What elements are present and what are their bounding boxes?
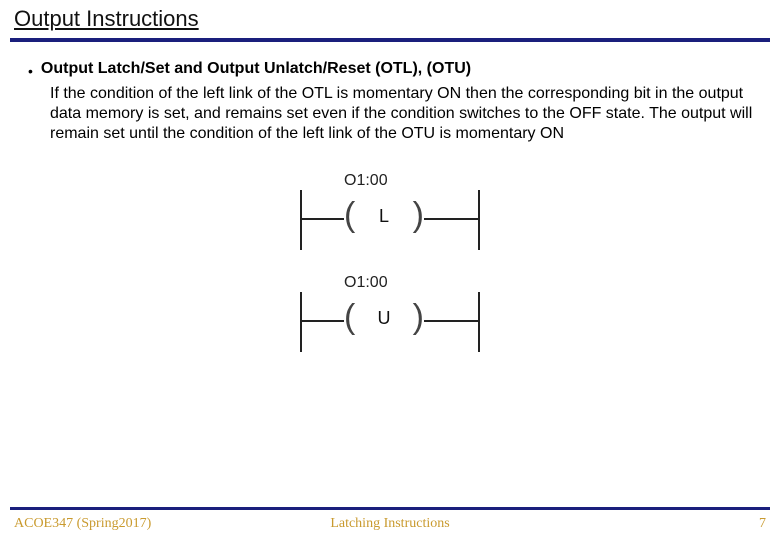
title-area: Output Instructions [0,0,780,36]
bullet-item: • Output Latch/Set and Output Unlatch/Re… [28,60,760,82]
footer-page-number: 7 [759,516,766,532]
slide-root: Output Instructions • Output Latch/Set a… [0,0,780,540]
coil-address-label: O1:00 [344,274,388,292]
bullet-heading: Output Latch/Set and Output Unlatch/Rese… [41,60,471,78]
rail-left-icon [300,190,302,250]
slide-body: • Output Latch/Set and Output Unlatch/Re… [0,42,780,352]
footer-divider [10,507,770,510]
rung-wire-icon [424,320,478,322]
coil-letter: L [344,206,424,227]
rung-wire-icon [302,218,344,220]
coil-letter: U [344,308,424,329]
rail-left-icon [300,292,302,352]
bullet-body-text: If the condition of the left link of the… [50,84,760,144]
rung-wire-icon [302,320,344,322]
output-coil-icon: ( ) U [344,302,424,338]
footer: ACOE347 (Spring2017) Latching Instructio… [0,514,780,534]
rung-wire-icon [424,218,478,220]
ladder-diagram-otu: O1:00 ( ) U [300,274,480,352]
coil-address-label: O1:00 [344,172,388,190]
ladder-diagram-otl: O1:00 ( ) L [300,172,480,250]
diagram-container: O1:00 ( ) L O1:00 ( ) [20,172,760,352]
rail-right-icon [478,292,480,352]
bullet-dot-icon: • [28,60,33,82]
slide-title: Output Instructions [14,6,766,32]
footer-course-label: ACOE347 (Spring2017) [14,516,151,532]
output-coil-icon: ( ) L [344,200,424,236]
rail-right-icon [478,190,480,250]
